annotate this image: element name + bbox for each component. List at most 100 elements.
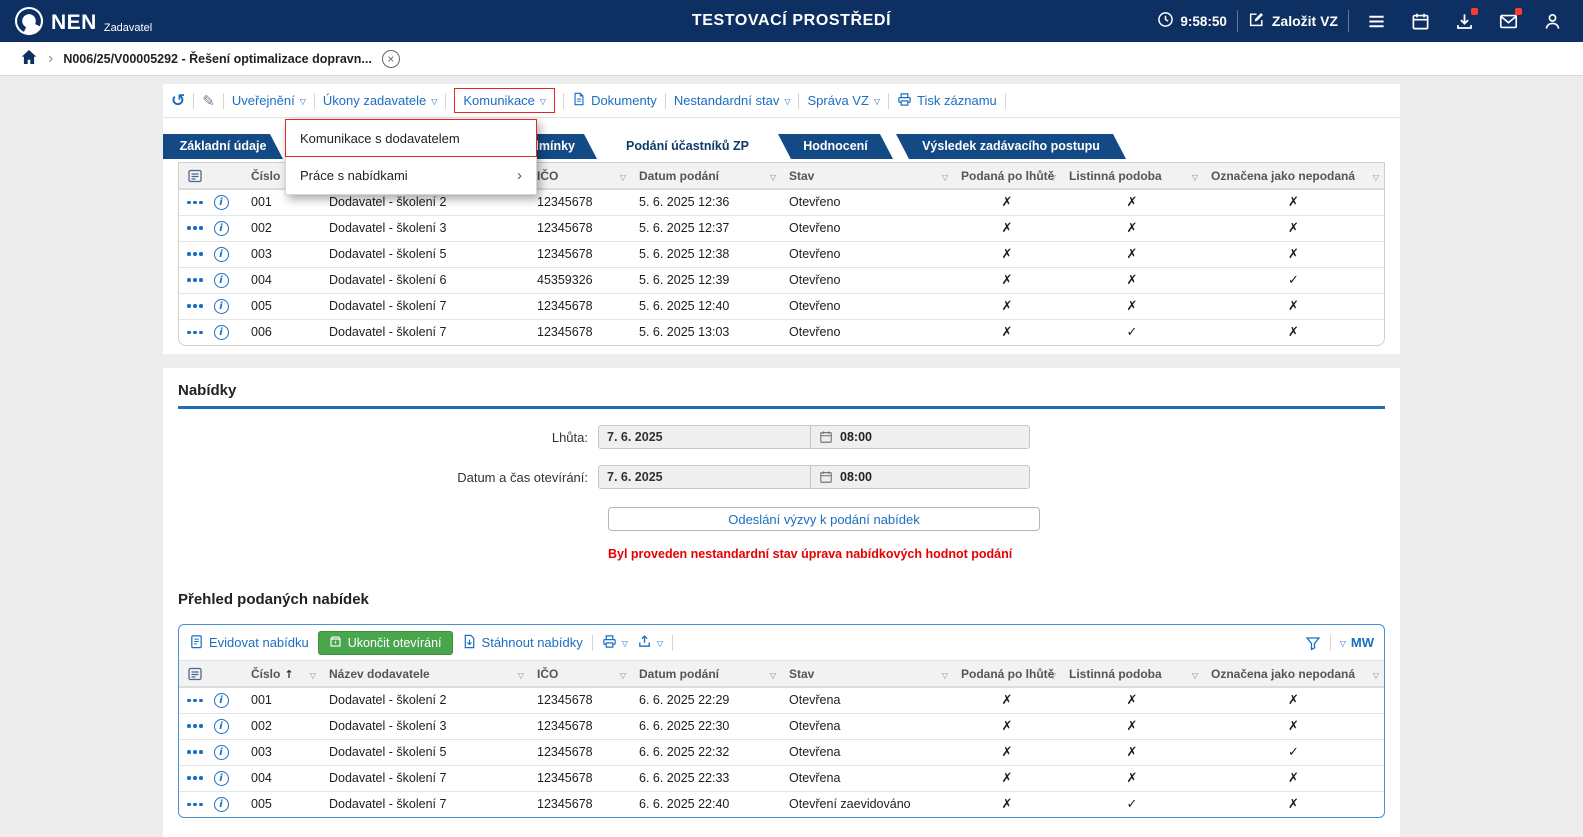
row-menu-icon[interactable]: [187, 304, 203, 308]
row-menu-icon[interactable]: [187, 226, 203, 230]
row-menu-icon[interactable]: [187, 331, 203, 335]
stahnout-nabidky-button[interactable]: Stáhnout nabídky: [462, 634, 583, 652]
table-row[interactable]: i 003 Dodavatel - školení 5 12345678 6. …: [179, 739, 1384, 765]
info-icon[interactable]: i: [214, 325, 229, 340]
opening-date-input[interactable]: 7. 6. 2025: [599, 466, 811, 488]
send-invitation-button[interactable]: Odeslání výzvy k podání nabídek: [608, 507, 1040, 531]
filter-icon[interactable]: [770, 169, 776, 183]
menu-ukony-zadavatele[interactable]: Úkony zadavatele: [323, 93, 438, 108]
col-oznacena-nepodana[interactable]: Označena jako nepodaná: [1203, 661, 1384, 687]
info-icon[interactable]: i: [214, 195, 229, 210]
col-podana-po-lhute[interactable]: Podaná po lhůtě: [953, 661, 1061, 687]
row-menu-icon[interactable]: [187, 803, 203, 807]
column-settings-icon[interactable]: [187, 666, 243, 682]
evidovat-nabidku-button[interactable]: Evidovat nabídku: [189, 634, 309, 652]
row-menu-icon[interactable]: [187, 201, 203, 205]
downloads-button[interactable]: [1447, 4, 1481, 38]
table-row[interactable]: i 005 Dodavatel - školení 7 12345678 5. …: [179, 293, 1384, 319]
filter-icon[interactable]: [1373, 169, 1379, 183]
table-row[interactable]: i 002 Dodavatel - školení 3 12345678 6. …: [179, 713, 1384, 739]
row-menu-icon[interactable]: [187, 252, 203, 256]
menu-dokumenty[interactable]: Dokumenty: [572, 92, 657, 109]
info-icon[interactable]: i: [214, 771, 229, 786]
info-icon[interactable]: i: [214, 693, 229, 708]
col-stav[interactable]: Stav: [781, 163, 953, 189]
filter-icon[interactable]: [310, 667, 316, 681]
info-icon[interactable]: i: [214, 797, 229, 812]
filter-icon[interactable]: [518, 667, 524, 681]
home-icon[interactable]: [20, 48, 38, 69]
table-row[interactable]: i 005 Dodavatel - školení 7 12345678 6. …: [179, 791, 1384, 817]
filter-icon[interactable]: [620, 169, 626, 183]
menu-nestandardni-stav[interactable]: Nestandardní stav: [674, 93, 791, 108]
table-row[interactable]: i 001 Dodavatel - školení 2 12345678 6. …: [179, 687, 1384, 713]
info-icon[interactable]: i: [214, 719, 229, 734]
messages-button[interactable]: [1491, 4, 1525, 38]
col-ico[interactable]: IČO: [529, 163, 631, 189]
view-selector[interactable]: MW: [1340, 635, 1374, 650]
filter-icon[interactable]: [942, 667, 948, 681]
tab-zakladni-udaje[interactable]: Základní údaje: [163, 134, 283, 159]
table-row[interactable]: i 002 Dodavatel - školení 3 12345678 5. …: [179, 215, 1384, 241]
filter-icon[interactable]: [770, 667, 776, 681]
row-menu-icon[interactable]: [187, 724, 203, 728]
col-oznacena-nepodana[interactable]: Označena jako nepodaná: [1203, 163, 1384, 189]
col-datum[interactable]: Datum podání: [631, 661, 781, 687]
print-table-button[interactable]: [602, 634, 628, 652]
opening-field[interactable]: 7. 6. 2025 08:00: [598, 465, 1030, 489]
filter-icon[interactable]: [1050, 667, 1056, 681]
menu-button[interactable]: [1359, 4, 1393, 38]
col-listinna-podoba[interactable]: Listinná podoba: [1061, 163, 1203, 189]
info-icon[interactable]: i: [214, 221, 229, 236]
tab-podani-ucastniku-zp[interactable]: Podání účastníků ZP: [600, 134, 775, 159]
ukoncit-otevirani-button[interactable]: Ukončit otevírání: [318, 631, 453, 655]
col-podana-po-lhute[interactable]: Podaná po lhůtě: [953, 163, 1061, 189]
col-stav[interactable]: Stav: [781, 661, 953, 687]
tab-vysledek[interactable]: Výsledek zadávacího postupu: [896, 134, 1126, 159]
table-row[interactable]: i 004 Dodavatel - školení 7 12345678 6. …: [179, 765, 1384, 791]
menu-tisk-zaznamu[interactable]: Tisk záznamu: [897, 92, 997, 110]
menu-komunikace[interactable]: Komunikace: [454, 88, 555, 113]
filter-icon[interactable]: [620, 667, 626, 681]
table-row[interactable]: i 003 Dodavatel - školení 5 12345678 5. …: [179, 241, 1384, 267]
export-table-button[interactable]: [637, 634, 663, 652]
deadline-field[interactable]: 7. 6. 2025 08:00: [598, 425, 1030, 449]
history-undo-icon[interactable]: [171, 91, 185, 111]
menu-item-komunikace-s-dodavatelem[interactable]: Komunikace s dodavatelem: [285, 119, 537, 157]
col-cislo[interactable]: Číslo: [243, 661, 321, 687]
close-record-icon[interactable]: [382, 50, 400, 68]
edit-icon[interactable]: [202, 92, 215, 110]
create-vz-button[interactable]: Založit VZ: [1248, 11, 1338, 31]
info-icon[interactable]: i: [214, 745, 229, 760]
info-icon[interactable]: i: [214, 273, 229, 288]
col-ico[interactable]: IČO: [529, 661, 631, 687]
table-row[interactable]: i 004 Dodavatel - školení 6 45359326 5. …: [179, 267, 1384, 293]
opening-time-input[interactable]: 08:00: [811, 470, 1029, 484]
col-nazev[interactable]: Název dodavatele: [321, 661, 529, 687]
column-settings-icon[interactable]: [187, 168, 243, 184]
menu-sprava-vz[interactable]: Správa VZ: [807, 93, 880, 108]
filter-icon[interactable]: [1192, 667, 1198, 681]
deadline-date-input[interactable]: 7. 6. 2025: [599, 426, 811, 448]
col-datum[interactable]: Datum podání: [631, 163, 781, 189]
menu-uverejneni[interactable]: Uveřejnění: [232, 93, 306, 108]
filter-funnel-icon[interactable]: [1305, 635, 1321, 651]
app-logo[interactable]: NEN Zadavatel: [14, 6, 152, 36]
breadcrumb-record-title[interactable]: N006/25/V00005292 - Řešení optimalizace …: [63, 52, 371, 66]
menu-item-prace-s-nabidkami[interactable]: Práce s nabídkami: [285, 157, 537, 195]
filter-icon[interactable]: [1050, 169, 1056, 183]
tab-hodnoceni[interactable]: Hodnocení: [778, 134, 893, 159]
filter-icon[interactable]: [1373, 667, 1379, 681]
row-menu-icon[interactable]: [187, 776, 203, 780]
filter-icon[interactable]: [942, 169, 948, 183]
col-listinna-podoba[interactable]: Listinná podoba: [1061, 661, 1203, 687]
info-icon[interactable]: i: [214, 247, 229, 262]
info-icon[interactable]: i: [214, 299, 229, 314]
table-row[interactable]: i 006 Dodavatel - školení 7 12345678 5. …: [179, 319, 1384, 345]
profile-button[interactable]: [1535, 4, 1569, 38]
row-menu-icon[interactable]: [187, 750, 203, 754]
deadline-time-input[interactable]: 08:00: [811, 430, 1029, 444]
row-menu-icon[interactable]: [187, 278, 203, 282]
calendar-button[interactable]: [1403, 4, 1437, 38]
row-menu-icon[interactable]: [187, 699, 203, 703]
